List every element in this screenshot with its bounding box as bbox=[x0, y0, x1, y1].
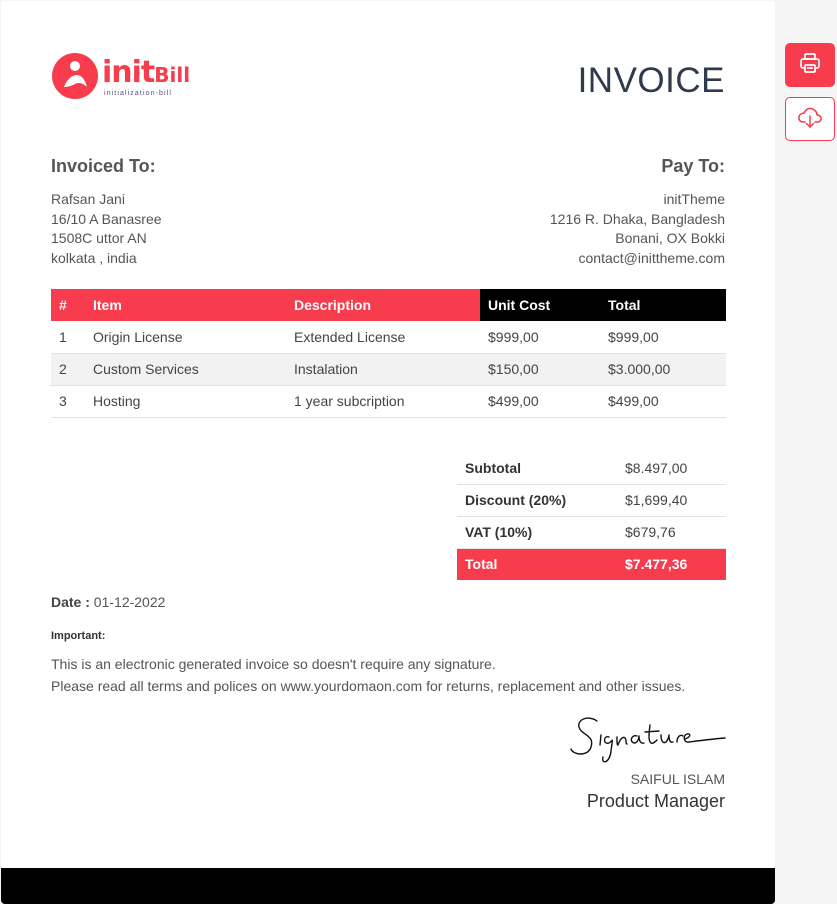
cell-description: 1 year subcription bbox=[286, 385, 480, 418]
grand-total-row: Total $7.477,36 bbox=[457, 548, 726, 580]
invoiced-to-heading: Invoiced To: bbox=[51, 156, 156, 176]
col-total: Total bbox=[600, 289, 726, 321]
signature-image bbox=[567, 711, 729, 769]
cell-unit-cost: $150,00 bbox=[480, 353, 600, 386]
important-heading: Important: bbox=[51, 630, 106, 642]
cell-total: $999,00 bbox=[600, 321, 726, 354]
address-line: 1508C uttor AN bbox=[51, 230, 147, 247]
logo-wordmark: initBill bbox=[102, 55, 191, 90]
discount-label: Discount (20%) bbox=[457, 484, 617, 517]
table-row: 2 Custom Services Instalation $150,00 $3… bbox=[51, 353, 726, 386]
note-line: Please read all terms and polices on www… bbox=[51, 678, 686, 694]
invoiced-to-address: Rafsan Jani 16/10 A Banasree 1508C uttor… bbox=[51, 190, 162, 268]
invoice-title: INVOICE bbox=[577, 61, 725, 100]
invoice-date: Date : 01-12-2022 bbox=[51, 594, 165, 610]
vat-label: VAT (10%) bbox=[457, 516, 617, 549]
cell-description: Extended License bbox=[286, 321, 480, 354]
cell-total: $3.000,00 bbox=[600, 353, 726, 386]
address-line: Rafsan Jani bbox=[51, 191, 125, 207]
download-button[interactable] bbox=[785, 97, 835, 141]
brand-logo: initBill initialization-bill bbox=[52, 53, 212, 101]
important-note: This is an electronic generated invoice … bbox=[51, 653, 685, 697]
subtotal-label: Subtotal bbox=[457, 452, 617, 485]
subtotal-value: $8.497,00 bbox=[617, 452, 726, 485]
grand-total-label: Total bbox=[457, 548, 617, 580]
address-line: kolkata , india bbox=[51, 249, 137, 266]
cell-item: Origin License bbox=[93, 321, 286, 354]
date-label: Date : bbox=[51, 594, 90, 610]
signer-role: Product Manager bbox=[586, 791, 725, 811]
discount-value: $1,699,40 bbox=[617, 484, 726, 517]
discount-row: Discount (20%) $1,699,40 bbox=[457, 484, 726, 517]
cell-number: 3 bbox=[51, 385, 93, 418]
col-number: # bbox=[51, 289, 93, 321]
address-line: 16/10 A Banasree bbox=[51, 210, 162, 227]
col-item: Item bbox=[93, 289, 286, 321]
invoice-paper: initBill initialization-bill INVOICE Inv… bbox=[1, 1, 775, 904]
cell-item: Custom Services bbox=[93, 353, 286, 386]
vat-value: $679,76 bbox=[617, 516, 726, 549]
cell-item: Hosting bbox=[93, 385, 286, 418]
note-line: This is an electronic generated invoice … bbox=[51, 656, 496, 672]
logo-tagline: initialization-bill bbox=[104, 90, 172, 97]
cell-description: Instalation bbox=[286, 353, 480, 386]
cell-unit-cost: $499,00 bbox=[480, 385, 600, 418]
totals-table: Subtotal $8.497,00 Discount (20%) $1,699… bbox=[457, 452, 726, 580]
vat-row: VAT (10%) $679,76 bbox=[457, 516, 726, 549]
pay-to-heading: Pay To: bbox=[661, 156, 725, 176]
subtotal-row: Subtotal $8.497,00 bbox=[457, 452, 726, 485]
items-header-row: # Item Description Unit Cost Total bbox=[51, 289, 726, 321]
address-line: 1216 R. Dhaka, Bangladesh bbox=[549, 210, 725, 227]
cell-number: 1 bbox=[51, 321, 93, 354]
table-row: 1 Origin License Extended License $999,0… bbox=[51, 321, 726, 354]
cell-number: 2 bbox=[51, 353, 93, 386]
date-value: 01-12-2022 bbox=[93, 594, 166, 610]
table-row: 3 Hosting 1 year subcription $499,00 $49… bbox=[51, 385, 726, 418]
pay-to-address: initTheme 1216 R. Dhaka, Bangladesh Bona… bbox=[550, 190, 725, 268]
address-line: contact@inittheme.com bbox=[578, 249, 726, 266]
signer-name: SAIFUL ISLAM bbox=[630, 771, 725, 787]
cell-unit-cost: $999,00 bbox=[480, 321, 600, 354]
print-button[interactable] bbox=[785, 43, 835, 87]
cloud-download-icon bbox=[796, 103, 824, 136]
printer-icon bbox=[798, 51, 822, 80]
grand-total-value: $7.477,36 bbox=[617, 548, 726, 580]
address-line: initTheme bbox=[663, 191, 725, 207]
items-table: # Item Description Unit Cost Total 1 Ori… bbox=[51, 289, 726, 418]
logo-mark-icon bbox=[52, 53, 98, 99]
address-line: Bonani, OX Bokki bbox=[615, 230, 725, 247]
footer-bar bbox=[1, 868, 775, 904]
cell-total: $499,00 bbox=[600, 385, 726, 418]
col-unit-cost: Unit Cost bbox=[480, 289, 600, 321]
col-description: Description bbox=[286, 289, 480, 321]
